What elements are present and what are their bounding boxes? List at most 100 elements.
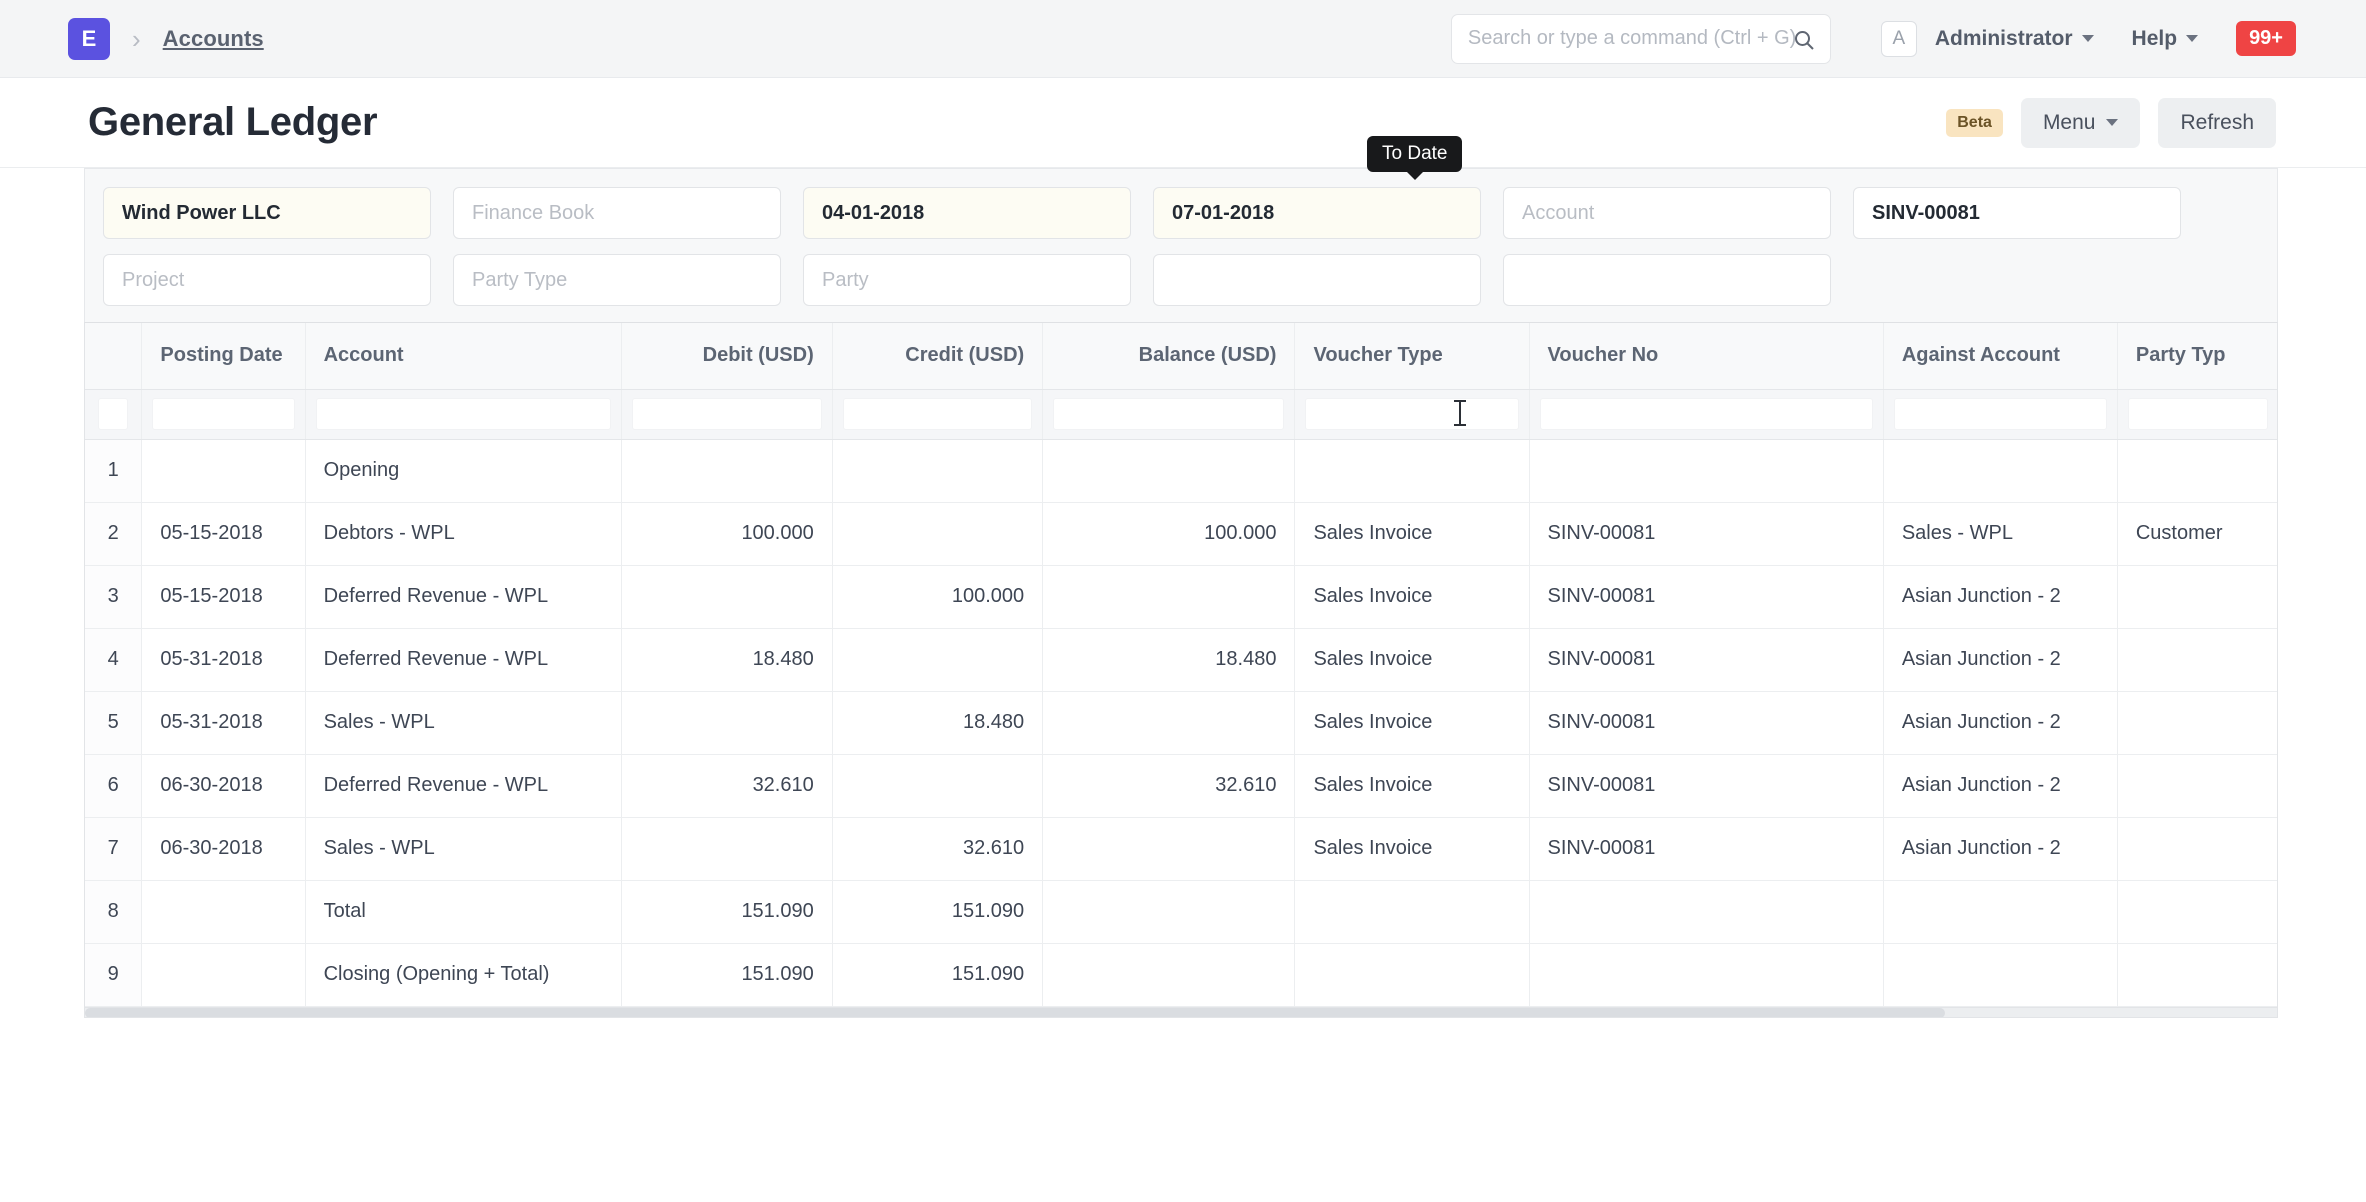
cell-voucher_no[interactable] [1529, 439, 1884, 503]
table-row[interactable]: 1 Opening [85, 439, 2277, 503]
cell-balance[interactable] [1042, 880, 1296, 944]
search-input[interactable] [1467, 27, 1814, 50]
cell-balance[interactable] [1042, 943, 1296, 1007]
column-filter-input-party_type[interactable] [2127, 398, 2268, 430]
search-box[interactable] [1450, 13, 1831, 64]
table-row[interactable]: 4 05-31-2018 Deferred Revenue - WPL 18.480 1… [85, 628, 2277, 692]
column-filter-against[interactable] [1883, 389, 2118, 440]
table-row[interactable]: 6 06-30-2018 Deferred Revenue - WPL 32.610 3… [85, 754, 2277, 818]
notification-badge[interactable]: 99+ [2236, 21, 2296, 56]
cell-credit[interactable] [832, 502, 1044, 566]
cell-posting_date[interactable] [141, 943, 306, 1007]
cell-posting_date[interactable]: 05-31-2018 [141, 628, 306, 692]
cell-balance[interactable]: 32.610 [1042, 754, 1296, 818]
column-header-against[interactable]: Against Account [1883, 323, 2118, 390]
cell-idx[interactable]: 7 [85, 817, 143, 881]
cell-idx[interactable]: 1 [85, 439, 143, 503]
cell-idx[interactable]: 8 [85, 880, 143, 944]
cell-party_type[interactable] [2117, 628, 2277, 692]
column-filter-input-balance[interactable] [1053, 398, 1285, 430]
cell-idx[interactable]: 2 [85, 502, 143, 566]
cell-idx[interactable]: 9 [85, 943, 143, 1007]
cell-party_type[interactable] [2117, 817, 2277, 881]
column-filter-row[interactable] [85, 389, 2277, 440]
user-menu[interactable]: Administrator [1935, 27, 2094, 51]
cell-account[interactable]: Deferred Revenue - WPL [305, 565, 623, 629]
cell-credit[interactable] [832, 628, 1044, 692]
cell-voucher_no[interactable] [1529, 880, 1884, 944]
column-filter-posting_date[interactable] [141, 389, 306, 440]
column-header-debit[interactable]: Debit (USD) [621, 323, 833, 390]
cell-posting_date[interactable]: 06-30-2018 [141, 817, 306, 881]
cell-balance[interactable]: 18.480 [1042, 628, 1296, 692]
filter-company[interactable]: Wind Power LLC [103, 187, 431, 239]
cell-balance[interactable] [1042, 565, 1296, 629]
cell-voucher_no[interactable]: SINV-00081 [1529, 502, 1884, 566]
cell-balance[interactable]: 100.000 [1042, 502, 1296, 566]
cell-account[interactable]: Opening [305, 439, 623, 503]
column-filter-party_type[interactable] [2117, 389, 2277, 440]
column-filter-input-voucher_no[interactable] [1539, 398, 1873, 430]
cell-credit[interactable]: 18.480 [832, 691, 1044, 755]
cell-voucher_no[interactable]: SINV-00081 [1529, 628, 1884, 692]
table-row[interactable]: 3 05-15-2018 Deferred Revenue - WPL 100.000… [85, 565, 2277, 629]
cell-credit[interactable] [832, 754, 1044, 818]
column-filter-input-debit[interactable] [632, 398, 822, 430]
cell-posting_date[interactable]: 05-15-2018 [141, 565, 306, 629]
cell-account[interactable]: Closing (Opening + Total) [305, 943, 623, 1007]
column-filter-credit[interactable] [832, 389, 1044, 440]
cell-credit[interactable]: 100.000 [832, 565, 1044, 629]
cell-party_type[interactable] [2117, 754, 2277, 818]
help-menu[interactable]: Help [2132, 27, 2199, 51]
filter-extra-1[interactable] [1153, 254, 1481, 306]
filter-finance-book[interactable]: Finance Book [453, 187, 781, 239]
cell-debit[interactable]: 18.480 [621, 628, 833, 692]
table-row[interactable]: 7 06-30-2018 Sales - WPL 32.610 Sales Invoic… [85, 817, 2277, 881]
column-filter-account[interactable] [305, 389, 623, 440]
cell-account[interactable]: Deferred Revenue - WPL [305, 754, 623, 818]
horizontal-scrollbar[interactable] [85, 1006, 2277, 1017]
cell-debit[interactable]: 32.610 [621, 754, 833, 818]
cell-voucher_type[interactable] [1294, 943, 1530, 1007]
column-header-credit[interactable]: Credit (USD) [832, 323, 1044, 390]
breadcrumb-accounts[interactable]: Accounts [163, 26, 264, 52]
cell-voucher_type[interactable]: Sales Invoice [1294, 565, 1530, 629]
cell-against[interactable]: Asian Junction - 2 [1883, 754, 2118, 818]
cell-against[interactable]: Asian Junction - 2 [1883, 628, 2118, 692]
cell-debit[interactable] [621, 817, 833, 881]
cell-idx[interactable]: 4 [85, 628, 143, 692]
cell-party_type[interactable] [2117, 943, 2277, 1007]
cell-party_type[interactable] [2117, 880, 2277, 944]
column-header-party_type[interactable]: Party Typ [2117, 323, 2277, 390]
column-filter-input-voucher_type[interactable] [1305, 398, 1519, 430]
column-header-voucher_type[interactable]: Voucher Type [1294, 323, 1530, 390]
filter-party-type[interactable]: Party Type [453, 254, 781, 306]
cell-against[interactable] [1883, 439, 2118, 503]
cell-idx[interactable]: 5 [85, 691, 143, 755]
cell-account[interactable]: Sales - WPL [305, 817, 623, 881]
cell-voucher_type[interactable] [1294, 880, 1530, 944]
column-header-idx[interactable] [85, 323, 143, 390]
cell-party_type[interactable] [2117, 439, 2277, 503]
cell-balance[interactable] [1042, 817, 1296, 881]
table-row[interactable]: 5 05-31-2018 Sales - WPL 18.480 Sales Invoic… [85, 691, 2277, 755]
cell-voucher_type[interactable] [1294, 439, 1530, 503]
filter-extra-2[interactable] [1503, 254, 1831, 306]
cell-debit[interactable] [621, 565, 833, 629]
column-filter-input-against[interactable] [1893, 398, 2107, 430]
filter-voucher-no[interactable]: SINV-00081 [1853, 187, 2181, 239]
cell-credit[interactable]: 151.090 [832, 943, 1044, 1007]
cell-debit[interactable] [621, 439, 833, 503]
cell-posting_date[interactable]: 05-31-2018 [141, 691, 306, 755]
column-filter-input-idx[interactable] [98, 398, 129, 430]
column-filter-balance[interactable] [1042, 389, 1296, 440]
column-header-posting_date[interactable]: Posting Date [141, 323, 306, 390]
filter-to-date[interactable]: 07-01-2018 [1153, 187, 1481, 239]
column-header-voucher_no[interactable]: Voucher No [1529, 323, 1884, 390]
filter-project[interactable]: Project [103, 254, 431, 306]
refresh-button[interactable]: Refresh [2158, 97, 2276, 148]
cell-account[interactable]: Deferred Revenue - WPL [305, 628, 623, 692]
avatar[interactable]: A [1880, 20, 1917, 57]
scrollbar-thumb[interactable] [85, 1007, 1945, 1017]
filter-from-date[interactable]: 04-01-2018 [803, 187, 1131, 239]
